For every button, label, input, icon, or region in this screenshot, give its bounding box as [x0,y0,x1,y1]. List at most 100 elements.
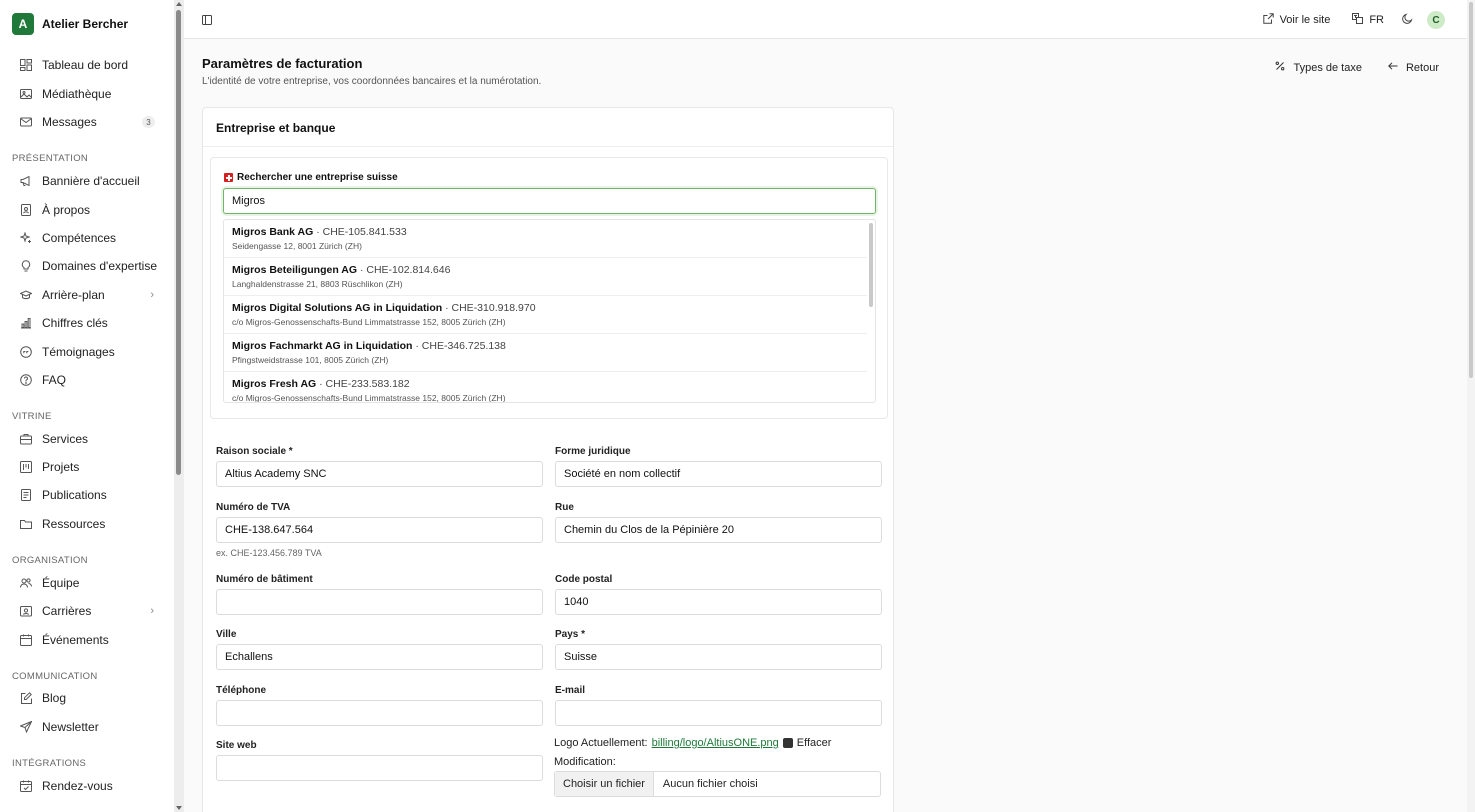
quote-icon [20,346,32,358]
site-web-input[interactable] [216,755,543,781]
section-label-communication: COMMUNICATION [12,671,98,682]
back-button[interactable]: Retour [1388,61,1439,74]
page-scrollbar[interactable] [1467,0,1475,812]
tva-hint: ex. CHE-123.456.789 TVA [216,548,322,558]
raison-sociale-input[interactable]: Altius Academy SNC [216,461,543,487]
sidebar-item-resources[interactable]: Ressources [12,512,162,536]
brand[interactable]: A Atelier Bercher [12,13,128,35]
document-icon [20,489,32,501]
kanban-icon [20,461,32,473]
page-scrollbar-thumb[interactable] [1469,2,1473,378]
search-result-item[interactable]: Migros Fachmarkt AG in Liquidation · CHE… [224,334,867,372]
sidebar-item-label: FAQ [42,373,67,387]
translate-icon [1352,13,1364,27]
search-result-item[interactable]: Migros Digital Solutions AG in Liquidati… [224,296,867,334]
tva-input[interactable]: CHE-138.647.564 [216,517,543,543]
sidebar-item-label: Tableau de bord [42,58,129,72]
sidebar-item-skills[interactable]: Compétences [12,226,162,250]
scrollbar-thumb[interactable] [176,10,181,475]
rue-label: Rue [555,502,574,513]
company-search-input[interactable] [223,188,876,214]
percent-icon [1275,61,1285,74]
folder-icon [20,518,32,530]
logo-modification-label: Modification: [554,756,616,768]
language-switcher[interactable]: FR [1352,13,1384,27]
telephone-input[interactable] [216,700,543,726]
unread-badge: 3 [142,116,155,128]
users-icon [20,577,32,589]
pen-icon [20,692,32,704]
sparkles-icon [20,232,32,244]
result-address: c/o Migros-Genossenschafts-Bund Limmatst… [232,393,506,403]
sidebar-item-events[interactable]: Événements [12,628,162,652]
clear-logo-label: Effacer [796,737,832,749]
sidebar-item-media[interactable]: Médiathèque [12,82,162,106]
batiment-input[interactable] [216,589,543,615]
ville-input[interactable]: Echallens [216,644,543,670]
result-address: Seidengasse 12, 8001 Zürich (ZH) [232,241,362,251]
clear-logo-checkbox[interactable] [782,738,793,748]
search-result-item[interactable]: Migros Beteiligungen AG · CHE-102.814.64… [224,258,867,296]
search-result-item[interactable]: Migros Fresh AG · CHE-233.583.182 c/o Mi… [224,372,867,403]
calendar-check-icon [20,780,32,792]
search-results-list: Migros Bank AG · CHE-105.841.533 Seideng… [223,219,876,403]
raison-sociale-label: Raison sociale * [216,446,293,457]
search-result-item[interactable]: Migros Bank AG · CHE-105.841.533 Seideng… [224,220,867,258]
sidebar-item-label: Témoignages [42,345,115,359]
chevron-right-icon: › [150,289,154,301]
sidebar-item-label: Newsletter [42,720,99,734]
mail-icon [20,116,32,128]
briefcase-icon [20,433,32,445]
brand-logo: A [12,13,34,35]
forme-juridique-input[interactable]: Société en nom collectif [555,461,882,487]
sidebar-item-testimonials[interactable]: Témoignages [12,340,162,364]
sidebar-item-appointments[interactable]: Rendez-vous [12,774,162,798]
sidebar-item-label: Chiffres clés [42,316,108,330]
tax-types-button[interactable]: Types de taxe [1275,61,1362,74]
scroll-up-arrow-icon[interactable] [176,2,182,6]
sidebar-item-banner[interactable]: Bannière d'accueil [12,169,162,193]
logo-file-input[interactable]: Choisir un fichier Aucun fichier choisi [554,771,881,797]
telephone-label: Téléphone [216,685,267,696]
ville-label: Ville [216,629,237,640]
email-input[interactable] [555,700,882,726]
sidebar-item-services[interactable]: Services [12,427,162,451]
pays-label: Pays * [555,629,586,640]
sidebar-item-dashboard[interactable]: Tableau de bord [12,53,162,77]
choose-file-button[interactable]: Choisir un fichier [555,772,654,796]
result-address: c/o Migros-Genossenschafts-Bund Limmatst… [232,317,506,327]
sidebar-item-expertise[interactable]: Domaines d'expertise [12,254,162,278]
sidebar-item-faq[interactable]: FAQ [12,368,162,392]
theme-toggle[interactable] [1402,13,1413,27]
bar-chart-icon [20,317,32,329]
section-label-integrations: INTÉGRATIONS [12,758,87,769]
sidebar-item-newsletter[interactable]: Newsletter [12,715,162,739]
rue-input[interactable]: Chemin du Clos de la Pépinière 20 [555,517,882,543]
code-postal-input[interactable]: 1040 [555,589,882,615]
sidebar-item-careers[interactable]: Carrières › [12,599,162,623]
sidebar-item-background[interactable]: Arrière-plan › [12,283,162,307]
sidebar-item-blog[interactable]: Blog [12,686,162,710]
results-scrollbar-thumb[interactable] [869,223,873,307]
pays-input[interactable]: Suisse [555,644,882,670]
result-name: Migros Fachmarkt AG in Liquidation [232,340,413,352]
result-name: Migros Bank AG [232,226,314,238]
user-avatar[interactable]: C [1427,11,1445,29]
scroll-down-arrow-icon[interactable] [176,806,182,810]
logo-file-link[interactable]: billing/logo/AltiusONE.png [652,737,779,749]
main-content: Voir le site FR C Paramètres de facturat… [184,0,1475,812]
sidebar-item-team[interactable]: Équipe [12,571,162,595]
arrow-left-icon [1388,61,1398,74]
sidebar-item-about[interactable]: À propos [12,198,162,222]
sidebar-item-key-figures[interactable]: Chiffres clés [12,311,162,335]
sidebar-item-messages[interactable]: Messages 3 [12,110,162,134]
sidebar-item-label: Domaines d'expertise [42,259,158,273]
sidebar-scrollbar[interactable] [174,0,184,812]
sidebar-toggle-icon[interactable] [202,14,212,25]
result-uid: · CHE-310.918.970 [442,302,536,314]
sidebar-item-projects[interactable]: Projets [12,455,162,479]
view-site-link[interactable]: Voir le site [1262,13,1330,27]
sidebar-item-label: Ressources [42,517,106,531]
sidebar-item-publications[interactable]: Publications [12,483,162,507]
sidebar-item-label: Carrières [42,604,92,618]
